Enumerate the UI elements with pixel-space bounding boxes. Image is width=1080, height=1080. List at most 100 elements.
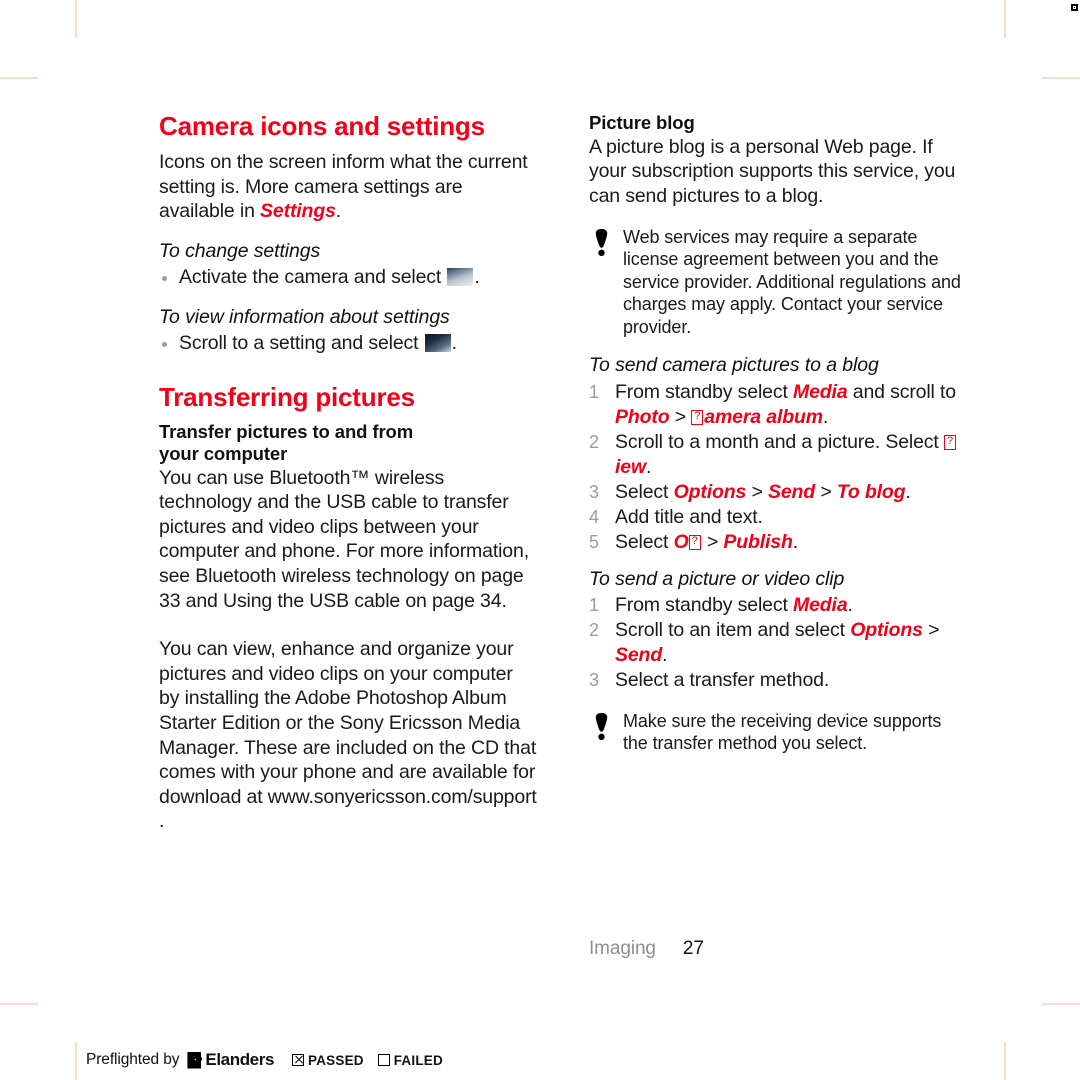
preflight-label: Preflighted by [86, 1051, 180, 1068]
numbered-step: 3 Select a transfer method. [589, 668, 963, 693]
manual-page: Camera icons and settings Icons on the s… [0, 0, 1080, 1080]
right-column: Picture blog A picture blog is a persona… [589, 112, 963, 755]
numbered-step: 1 From standby select Media and scroll to… [589, 380, 963, 430]
step-number: 3 [589, 669, 599, 690]
failed-checkbox[interactable] [377, 1054, 390, 1066]
step-number: 4 [589, 506, 599, 527]
ui-term: Send [767, 480, 816, 503]
footer-page-number: 27 [682, 938, 704, 959]
ui-term: Media [793, 593, 848, 616]
step-text: . [905, 480, 911, 503]
procedure-title-send-camera-pictures-to-blog: To send camera pictures to a blog [589, 354, 879, 377]
step-text: From standby select [615, 380, 793, 403]
missing-glyph-box [691, 408, 704, 425]
transfer-paragraph-1: You can use Bluetooth™ wireless technolo… [159, 466, 529, 612]
elanders-brand-name: Elanders [205, 1050, 275, 1069]
step-text: . [645, 455, 652, 478]
ui-term: Send [615, 643, 663, 666]
intro-text-end: . [335, 200, 342, 223]
procedure-title-view-info: To view information about settings [159, 305, 450, 328]
step-text: Select [615, 480, 674, 503]
menu-separator: > [701, 530, 724, 553]
menu-separator: > [669, 405, 692, 428]
left-column: Camera icons and settings Icons on the s… [159, 111, 537, 834]
subheading-transfer-pictures: Transfer pictures to and from your compu… [159, 421, 537, 465]
list-item: Scroll to a setting and select . [159, 331, 537, 356]
step-number: 1 [589, 381, 599, 402]
step-text: . [662, 643, 668, 666]
menu-separator: > [922, 618, 940, 641]
step-text: Scroll to an item and select [615, 618, 851, 641]
camera-settings-icon [447, 268, 474, 287]
ui-term: To blog [836, 480, 906, 503]
step-text: Scroll to a setting and select [179, 332, 419, 355]
numbered-step: 4 Add title and text. [589, 505, 963, 530]
numbered-step: 3 Select Options > Send > To blog. [589, 480, 963, 505]
step-text: . [822, 405, 829, 428]
section-heading-transferring-pictures: Transferring pictures [159, 381, 415, 412]
ui-term: Photo [615, 405, 670, 428]
procedure-send-picture-steps: 1 From standby select Media. 2 Scroll to an… [589, 593, 963, 693]
note-text: Make sure the receiving device supports … [623, 710, 942, 754]
preflight-stamp: Preflighted by Elanders PASSED FAILED [86, 1050, 457, 1070]
step-text: Select [615, 530, 674, 553]
procedure-view-info-list: Scroll to a setting and select . [159, 331, 537, 356]
step-text: Add title and text. [615, 505, 763, 528]
ui-term: Publish [723, 530, 793, 553]
note-receiving-device: Make sure the receiving device supports … [589, 710, 963, 755]
step-number: 2 [589, 619, 599, 640]
ui-term: Media [793, 380, 848, 403]
procedure-change-settings-list: Activate the camera and select . [159, 265, 537, 290]
failed-label: FAILED [393, 1052, 443, 1068]
note-web-services: Web services may require a separate lice… [589, 226, 963, 339]
procedure-title-send-picture-or-video: To send a picture or video clip [589, 567, 845, 590]
footer-chapter-name: Imaging [589, 938, 656, 959]
step-number: 3 [589, 481, 599, 502]
numbered-step: 5 Select O > Publish. [589, 530, 963, 555]
subheading-picture-blog: Picture blog [589, 112, 695, 133]
step-number: 5 [589, 531, 599, 552]
menu-separator: > [746, 480, 768, 503]
logo-dot [196, 1056, 203, 1062]
subheading-line-2: your computer [159, 442, 288, 464]
note-text: Web services may require a separate lice… [623, 226, 961, 337]
intro-paragraph: Icons on the screen inform what the curr… [159, 150, 537, 224]
menu-separator: > [815, 480, 837, 503]
numbered-step: 2 Scroll to an item and select Options > … [589, 618, 963, 668]
exclamation-icon [595, 228, 608, 256]
passed-checkbox[interactable] [292, 1054, 305, 1066]
section-heading-camera-icons: Camera icons and settings [159, 111, 485, 141]
exclamation-icon [595, 712, 608, 740]
ui-term: iew [615, 455, 646, 478]
ui-term: Options [850, 618, 923, 641]
passed-label: PASSED [308, 1052, 364, 1068]
intro-emphasis-settings: Settings [260, 200, 336, 223]
missing-glyph-box [943, 433, 956, 450]
list-item: Activate the camera and select . [159, 265, 537, 290]
transfer-paragraph-2: You can view, enhance and organize your … [159, 638, 537, 833]
numbered-step: 2 Scroll to a month and a picture. Select… [589, 430, 963, 480]
intro-text-part1: Icons on the screen inform what the curr… [159, 151, 528, 223]
subheading-line-1: Transfer pictures to and from [159, 420, 414, 442]
ui-term: amera album [704, 405, 823, 428]
step-number: 2 [589, 431, 599, 452]
step-text-end: . [451, 332, 457, 355]
ui-term: O [673, 530, 689, 553]
procedure-title-change-settings: To change settings [159, 239, 321, 262]
picture-blog-paragraph: A picture blog is a personal Web page. I… [589, 135, 956, 208]
step-text: and scroll to [847, 380, 956, 403]
step-text: Activate the camera and select [179, 266, 442, 289]
step-text: . [847, 593, 853, 616]
ui-term: Options [673, 480, 747, 503]
numbered-step: 1 From standby select Media. [589, 593, 963, 618]
page-footer: Imaging 27 [589, 938, 963, 960]
step-text-end: . [474, 266, 480, 289]
step-text: . [792, 530, 799, 553]
procedure-send-to-blog-steps: 1 From standby select Media and scroll to… [589, 380, 963, 555]
step-text: Select a transfer method. [615, 668, 830, 691]
missing-glyph-box [688, 533, 701, 550]
step-text: Scroll to a month and a picture. Select [615, 430, 944, 453]
step-text: From standby select [615, 593, 793, 616]
info-settings-icon [424, 334, 451, 353]
elanders-logo-icon [187, 1051, 203, 1069]
